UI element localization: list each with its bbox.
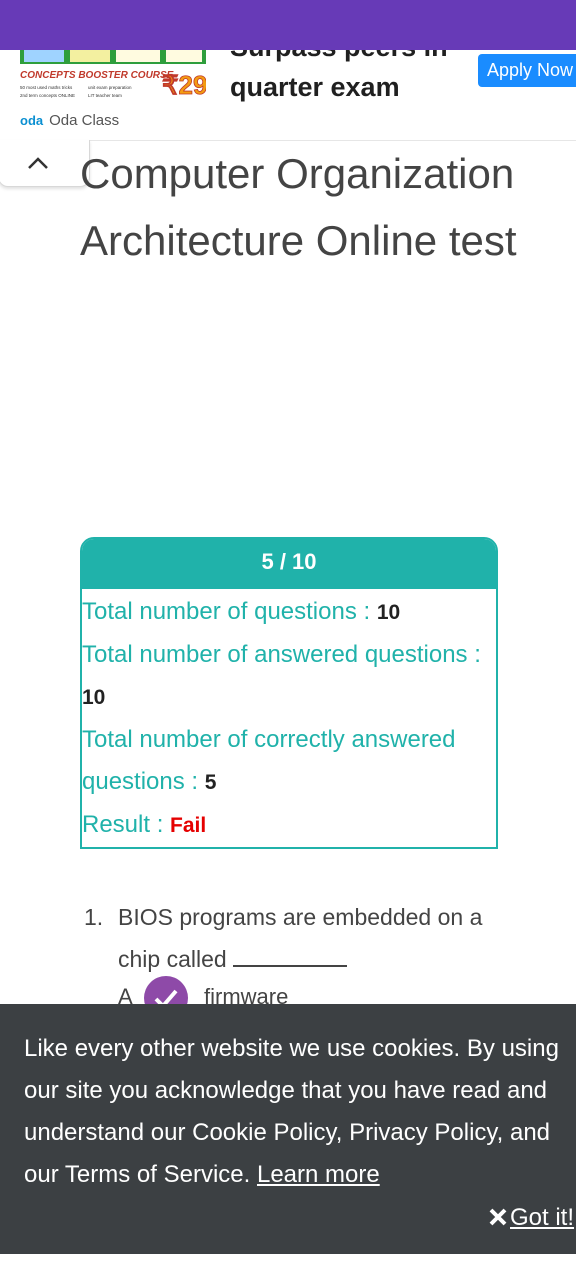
ad-image-bullet: 2nd term concepts ONLINE [20,93,75,98]
correct-answers-row: Total number of correctly answered quest… [82,719,498,804]
ad-banner[interactable]: CONCEPTS BOOSTER COURSE 50 most used mat… [0,50,576,141]
ad-image-bullet: unit exam preparation [88,85,132,90]
score-header: 5 / 10 [82,539,496,589]
got-it-label: Got it! [510,1204,575,1231]
collapse-ad-button[interactable] [0,140,90,187]
correct-answers-value: 5 [204,771,217,794]
answered-questions-value: 10 [82,686,106,709]
result-row: Result : Fail [82,804,498,847]
ad-image-price: ₹29 [162,70,206,100]
close-x-icon [489,1208,507,1226]
ad-headline-line1: Surpass peers in [230,50,448,63]
cookie-message: Like every other website we use cookies.… [24,1028,564,1196]
learn-more-link[interactable]: Learn more [257,1161,380,1188]
answered-questions-label: Total number of answered questions : [82,641,481,668]
ad-image-bullet: LIT teacher team [88,93,122,98]
correct-answers-label: Total number of correctly answered quest… [82,726,456,795]
result-details: Total number of questions : 10 Total num… [82,589,498,847]
total-questions-row: Total number of questions : 10 [82,591,498,634]
question-number: 1. [84,904,104,930]
status-bar [0,0,576,50]
ad-image-caption: CONCEPTS BOOSTER COURSE [20,70,174,81]
result-card: 5 / 10 Total number of questions : 10 To… [80,537,498,849]
page-title: Computer Organization Architecture Onlin… [80,150,517,264]
answer-blank [233,947,348,967]
apply-now-button[interactable]: Apply Now [478,54,576,87]
chevron-up-icon [28,157,48,169]
ad-image-bullet: 50 most used maths tricks [20,85,73,90]
ad-brand-name: Oda Class [49,112,120,129]
ad-headline-line2: quarter exam [230,72,400,102]
question-text-wrap: BIOS programs are embedded on a chip cal… [118,896,518,980]
got-it-button[interactable]: Got it! [488,1204,574,1232]
cookie-banner: Like every other website we use cookies.… [0,1004,576,1254]
result-label: Result : [82,811,171,838]
total-questions-value: 10 [376,601,401,624]
result-value: Fail [170,814,207,837]
answered-questions-row: Total number of answered questions : 10 [82,634,498,719]
total-questions-label: Total number of questions : [82,598,377,625]
ad-brand: oda Oda Class [20,112,119,129]
oda-logo: oda [20,113,44,128]
